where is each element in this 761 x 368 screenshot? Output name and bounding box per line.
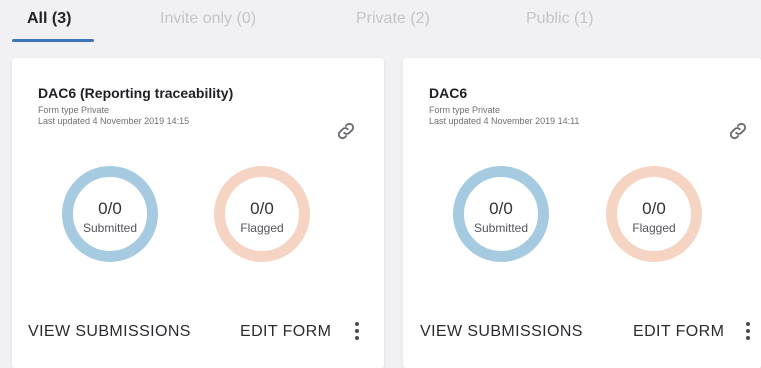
- flagged-label: Flagged: [240, 221, 284, 235]
- form-card: DAC6 (Reporting traceability) Form type …: [12, 58, 384, 368]
- link-icon[interactable]: [335, 120, 357, 142]
- submitted-ring: 0/0 Submitted: [453, 166, 549, 262]
- submitted-count: 0/0: [98, 199, 122, 218]
- submitted-count: 0/0: [489, 199, 513, 218]
- flagged-count: 0/0: [642, 199, 666, 218]
- kebab-menu-icon[interactable]: [744, 320, 752, 342]
- card-title: DAC6 (Reporting traceability): [38, 85, 234, 101]
- tab-invite-only[interactable]: Invite only (0): [160, 10, 256, 28]
- card-form-type: Form type Private: [429, 105, 501, 115]
- flagged-count: 0/0: [250, 199, 274, 218]
- submitted-label: Submitted: [473, 221, 529, 235]
- filter-tabs: All (3) Invite only (0) Private (2) Publ…: [0, 0, 761, 48]
- form-card: DAC6 Form type Private Last updated 4 No…: [403, 58, 761, 368]
- tab-private[interactable]: Private (2): [356, 10, 430, 28]
- submitted-ring: 0/0 Submitted: [62, 166, 158, 262]
- link-icon[interactable]: [727, 120, 749, 142]
- card-last-updated: Last updated 4 November 2019 14:11: [429, 116, 580, 126]
- flagged-ring: 0/0 Flagged: [214, 166, 310, 262]
- flagged-ring: 0/0 Flagged: [606, 166, 702, 262]
- kebab-menu-icon[interactable]: [353, 320, 361, 342]
- view-submissions-button[interactable]: VIEW SUBMISSIONS: [420, 323, 583, 341]
- edit-form-button[interactable]: EDIT FORM: [240, 323, 331, 341]
- flagged-label: Flagged: [632, 221, 676, 235]
- edit-form-button[interactable]: EDIT FORM: [633, 323, 724, 341]
- tab-all[interactable]: All (3): [27, 10, 71, 28]
- card-last-updated: Last updated 4 November 2019 14:15: [38, 116, 190, 126]
- card-title: DAC6: [429, 85, 468, 101]
- active-tab-indicator: [12, 39, 94, 42]
- card-form-type: Form type Private: [38, 105, 110, 115]
- tab-public[interactable]: Public (1): [526, 10, 594, 28]
- submitted-label: Submitted: [82, 221, 138, 235]
- view-submissions-button[interactable]: VIEW SUBMISSIONS: [28, 323, 191, 341]
